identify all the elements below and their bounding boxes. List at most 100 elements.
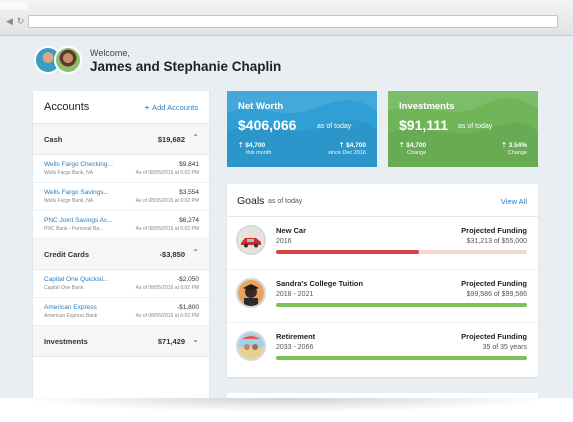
chevron-up-icon[interactable]: ⌃: [192, 248, 199, 257]
account-bank: PNC Bank - Personal Ba...: [44, 226, 104, 232]
window-shadow: [20, 398, 553, 412]
chevron-up-icon[interactable]: ⌃: [192, 133, 199, 142]
beach-icon: [236, 331, 266, 361]
group-name: Investments: [44, 337, 88, 346]
account-group-credit-cards[interactable]: Credit Cards -$3,850 ⌃: [33, 239, 209, 270]
goal-progress-bar: [276, 250, 527, 254]
welcome-text: Welcome,: [90, 48, 130, 58]
net-worth-card[interactable]: Net Worth $406,066 as of today ⇡ $4,700 …: [227, 91, 377, 167]
user-name: James and Stephanie Chaplin: [90, 59, 282, 74]
goal-funding-label: Projected Funding: [461, 279, 527, 288]
browser-tab[interactable]: [0, 2, 28, 10]
group-total: $19,682: [157, 135, 185, 144]
group-name: Credit Cards: [44, 250, 90, 259]
account-bank: American Express Bank: [44, 313, 98, 319]
goal-years: 2018 - 2021: [276, 291, 314, 298]
investments-value-label: Change: [407, 150, 427, 156]
net-worth-month-change: ⇡ $4,700: [238, 142, 266, 149]
chevron-down-icon[interactable]: ⌄: [192, 335, 199, 344]
goal-years: 2033 - 2066: [276, 344, 314, 351]
goal-row-retirement[interactable]: Retirement 2033 - 2066 Projected Funding…: [227, 323, 538, 376]
net-worth-title: Net Worth: [238, 101, 284, 112]
goal-row-college-tuition[interactable]: Sandra's College Tuition 2018 - 2021 Pro…: [227, 270, 538, 323]
net-worth-since-label: since Dec 2016: [328, 150, 366, 156]
accounts-title: Accounts: [44, 101, 90, 113]
goal-funding-value: $99,586 of $99,586: [466, 291, 527, 298]
account-group-cash[interactable]: Cash $19,682 ⌃: [33, 124, 209, 155]
goal-row-new-car[interactable]: New Car 2016 Projected Funding $31,213 o…: [227, 217, 538, 270]
investments-asof: as of today: [458, 123, 493, 130]
account-bank: Wells Fargo Bank, NA: [44, 170, 94, 176]
account-row[interactable]: American Express American Express Bank -…: [33, 298, 209, 326]
group-total: -$3,850: [159, 250, 185, 259]
goal-progress-bar: [276, 303, 527, 307]
goal-title: New Car: [276, 226, 307, 235]
goal-progress-fill: [276, 250, 420, 254]
account-name[interactable]: American Express: [44, 304, 97, 311]
investments-percent-change: ⇡ 3.54%: [501, 142, 527, 149]
goal-funding-label: Projected Funding: [461, 226, 527, 235]
goal-funding-value: 35 of 35 years: [482, 344, 527, 351]
account-name[interactable]: PNC Joint Savings Ac...: [44, 217, 113, 224]
plus-icon: +: [144, 103, 150, 112]
account-name[interactable]: Wells Fargo Checking...: [44, 161, 113, 168]
account-value: -$2,050: [176, 276, 199, 283]
goal-years: 2016: [276, 238, 292, 245]
goals-asof: as of today: [268, 198, 303, 205]
reload-icon[interactable]: ↻: [15, 16, 26, 27]
goal-title: Sandra's College Tuition: [276, 279, 364, 288]
account-bank: Capital One Bank: [44, 285, 84, 291]
avatar: [54, 46, 82, 74]
arrow-up-icon: ⇡: [501, 142, 509, 149]
investments-value-change: ⇡ $4,700: [399, 142, 427, 149]
account-name[interactable]: Capital One Quicksil...: [44, 276, 108, 283]
view-all-link[interactable]: View All: [501, 197, 527, 206]
add-accounts-label: Add Accounts: [152, 103, 198, 112]
net-worth-value: $406,066: [238, 117, 297, 133]
account-row[interactable]: Capital One Quicksil... Capital One Bank…: [33, 270, 209, 298]
goals-panel: Goals as of today View All New Car 2016 …: [227, 184, 538, 377]
account-value: -$1,800: [176, 304, 199, 311]
graduation-icon: [236, 278, 266, 308]
accounts-header: Accounts + Add Accounts: [33, 91, 209, 124]
car-icon: [236, 225, 266, 255]
investments-title: Investments: [399, 101, 455, 112]
account-value: $9,841: [179, 161, 199, 168]
address-bar[interactable]: [28, 15, 558, 28]
account-group-investments[interactable]: Investments $71,429 ⌄: [33, 326, 209, 357]
investments-value: $91,111: [399, 117, 449, 133]
user-avatars: [34, 46, 82, 74]
goal-funding-value: $31,213 of $55,000: [466, 238, 527, 245]
account-value: $3,554: [179, 189, 199, 196]
goal-funding-label: Projected Funding: [461, 332, 527, 341]
goal-title: Retirement: [276, 332, 316, 341]
net-worth-since-change: ⇡ $4,700: [338, 142, 366, 149]
account-asof: As of 08/05/2016 at 6:02 PM: [135, 198, 199, 204]
goal-progress-bar: [276, 356, 527, 360]
account-name[interactable]: Wells Fargo Savings...: [44, 189, 109, 196]
browser-toolbar: ◀ ↻: [0, 0, 573, 36]
account-bank: Wells Fargo Bank, NA: [44, 198, 94, 204]
net-worth-month-label: this month: [246, 150, 272, 156]
account-row[interactable]: Wells Fargo Checking... Wells Fargo Bank…: [33, 155, 209, 183]
account-asof: As of 08/05/2016 at 6:02 PM: [135, 226, 199, 232]
accounts-panel: Accounts + Add Accounts Cash $19,682 ⌃ We…: [33, 91, 209, 398]
account-row[interactable]: Wells Fargo Savings... Wells Fargo Bank,…: [33, 183, 209, 211]
group-total: $71,429: [157, 337, 185, 346]
investments-percent-label: Change: [507, 150, 527, 156]
account-row[interactable]: PNC Joint Savings Ac... PNC Bank - Perso…: [33, 211, 209, 239]
goals-title: Goals: [237, 195, 265, 207]
goal-progress-fill: [276, 303, 527, 307]
group-name: Cash: [44, 135, 63, 144]
add-accounts-button[interactable]: + Add Accounts: [145, 103, 198, 112]
net-worth-asof: as of today: [317, 123, 352, 130]
account-asof: As of 08/05/2016 at 6:02 PM: [135, 285, 199, 291]
goals-header: Goals as of today View All: [227, 184, 538, 217]
goal-progress-fill: [276, 356, 527, 360]
dashboard-page: Welcome, James and Stephanie Chaplin Acc…: [0, 37, 573, 398]
account-value: $6,274: [179, 217, 199, 224]
back-icon[interactable]: ◀: [4, 16, 15, 27]
account-asof: As of 08/05/2016 at 6:02 PM: [135, 313, 199, 319]
investments-card[interactable]: Investments $91,111 as of today ⇡ $4,700…: [388, 91, 538, 167]
account-asof: As of 08/05/2016 at 6:02 PM: [135, 170, 199, 176]
